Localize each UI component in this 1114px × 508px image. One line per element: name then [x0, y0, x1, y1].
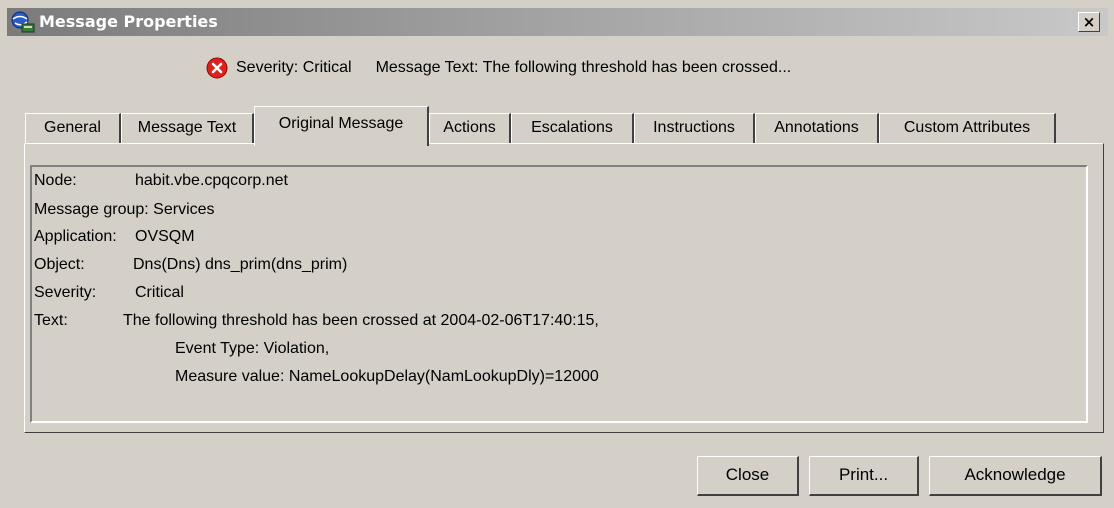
- tab-annotations[interactable]: Annotations: [755, 113, 879, 143]
- app-globe-icon: [11, 11, 35, 33]
- tab-escalations[interactable]: Escalations: [511, 113, 634, 143]
- window-close-button[interactable]: ×: [1078, 12, 1100, 32]
- application-label: Application:: [34, 228, 117, 245]
- object-value: Dns(Dns) dns_prim(dns_prim): [133, 256, 348, 273]
- critical-x-icon: [206, 57, 228, 79]
- tab-general[interactable]: General: [25, 113, 121, 143]
- tab-custom-attributes[interactable]: Custom Attributes: [879, 113, 1056, 143]
- summary-message-text: Message Text: The following threshold ha…: [375, 59, 792, 76]
- tab-actions[interactable]: Actions: [429, 113, 511, 143]
- severity-label: Severity:: [34, 284, 97, 301]
- tab-original-message[interactable]: Original Message: [254, 106, 429, 146]
- text-value-line-2: Event Type: Violation,: [175, 340, 330, 357]
- tab-message-text[interactable]: Message Text: [121, 113, 254, 143]
- print-button[interactable]: Print...: [809, 456, 919, 496]
- text-label: Text:: [34, 312, 68, 329]
- object-label: Object:: [34, 256, 85, 273]
- text-value-line-3: Measure value: NameLookupDelay(NamLookup…: [175, 368, 599, 385]
- message-properties-window: Message Properties × Severity: Critical …: [0, 0, 1114, 508]
- application-value: OVSQM: [135, 228, 195, 245]
- node-label: Node:: [34, 172, 77, 189]
- message-group-line: Message group: Services: [34, 201, 215, 218]
- acknowledge-button[interactable]: Acknowledge: [929, 456, 1102, 496]
- severity-value: Critical: [135, 284, 184, 301]
- close-button[interactable]: Close: [697, 456, 799, 496]
- message-summary: Severity: Critical Message Text: The fol…: [206, 55, 791, 81]
- text-value-line-1: The following threshold has been crossed…: [123, 312, 599, 329]
- node-value: habit.vbe.cpqcorp.net: [135, 172, 288, 189]
- title-bar[interactable]: Message Properties ×: [7, 8, 1108, 36]
- tab-instructions[interactable]: Instructions: [634, 113, 755, 143]
- window-title: Message Properties: [39, 12, 218, 31]
- summary-severity: Severity: Critical: [236, 59, 352, 76]
